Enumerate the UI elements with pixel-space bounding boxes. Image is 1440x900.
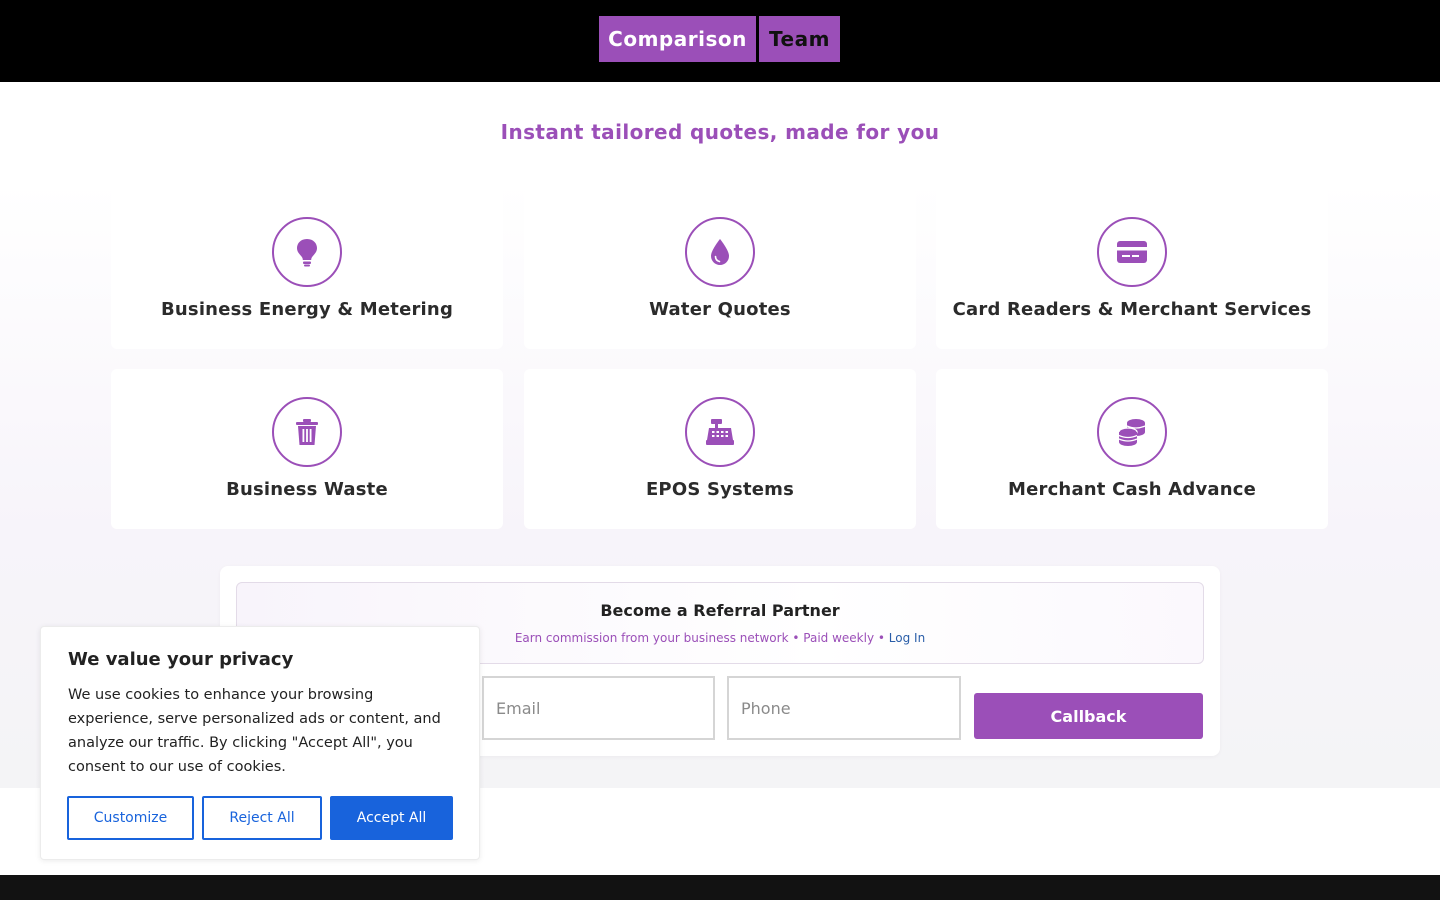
logo-text-team: Team xyxy=(759,16,840,62)
email-field[interactable] xyxy=(482,676,715,740)
logo-text-comparison: Comparison xyxy=(599,16,756,62)
coins-icon xyxy=(1097,397,1167,467)
site-logo[interactable]: Comparison Team xyxy=(599,16,840,62)
cookie-banner-title: We value your privacy xyxy=(68,649,294,670)
accept-all-button[interactable]: Accept All xyxy=(330,796,453,840)
service-card-card-readers[interactable]: Card Readers & Merchant Services xyxy=(936,189,1328,349)
service-card-business-energy[interactable]: Business Energy & Metering xyxy=(111,189,503,349)
page-footer xyxy=(0,875,1440,900)
service-title: Card Readers & Merchant Services xyxy=(952,299,1312,320)
service-title: Business Waste xyxy=(226,479,388,500)
service-title: Business Energy & Metering xyxy=(160,299,454,320)
credit-card-icon xyxy=(1097,217,1167,287)
callback-button[interactable]: Callback xyxy=(974,693,1203,739)
referral-login-link[interactable]: Log In xyxy=(889,631,925,645)
trash-bin-icon xyxy=(272,397,342,467)
referral-paid-text: Paid weekly xyxy=(803,631,875,645)
cookie-banner-text: We use cookies to enhance your browsing … xyxy=(68,687,441,775)
service-card-epos-systems[interactable]: EPOS Systems xyxy=(524,369,916,529)
referral-title: Become a Referral Partner xyxy=(600,601,840,620)
phone-field[interactable] xyxy=(727,676,961,740)
cookie-consent-banner: We value your privacy We use cookies to … xyxy=(40,626,480,860)
page-headline: Instant tailored quotes, made for you xyxy=(500,120,940,144)
service-card-merchant-cash-advance[interactable]: Merchant Cash Advance xyxy=(936,369,1328,529)
service-card-business-waste[interactable]: Business Waste xyxy=(111,369,503,529)
cash-register-icon xyxy=(685,397,755,467)
top-header: Comparison Team xyxy=(0,0,1440,82)
referral-commission-text: Earn commission from your business netwo… xyxy=(514,631,789,645)
service-title: EPOS Systems xyxy=(645,479,795,500)
customize-button[interactable]: Customize xyxy=(67,796,194,840)
lightbulb-icon xyxy=(272,217,342,287)
service-title: Merchant Cash Advance xyxy=(1007,479,1257,500)
water-drop-icon xyxy=(685,217,755,287)
separator-dot: • xyxy=(877,631,885,645)
service-title: Water Quotes xyxy=(649,299,791,320)
service-card-water-quotes[interactable]: Water Quotes xyxy=(524,189,916,349)
separator-dot: • xyxy=(792,631,800,645)
reject-all-button[interactable]: Reject All xyxy=(202,796,322,840)
